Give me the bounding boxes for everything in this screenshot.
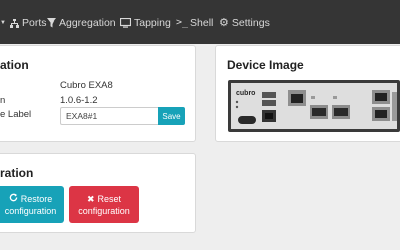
terminal-icon: >_ [176,17,189,28]
info-value-model: Cubro EXA8 [60,80,113,91]
info-value-version: 1.0.6-1.2 [60,95,98,106]
nav-item-tapping[interactable]: Tapping [120,15,171,31]
nav-label-shell: Shell [190,17,214,29]
network-icon [10,18,19,28]
nav-dropdown-caret[interactable]: ▼ [0,15,6,31]
nav-item-settings[interactable]: ⚙ Settings [219,15,270,31]
device-image-title: Device Image [227,58,304,72]
top-navbar: ▼ Ports ▼ Aggregation Tapping >_ Shell ⚙… [0,0,400,44]
info-label-device-label: e Label [0,109,32,120]
configuration-panel-title: ration [0,166,34,180]
nav-label-settings: Settings [231,17,270,29]
save-button[interactable]: Save [158,107,185,125]
usb-port [262,92,276,98]
nav-item-shell[interactable]: >_ Shell [176,15,213,31]
info-label-name: n [0,95,6,106]
information-panel-title: ation [0,58,29,72]
filter-icon [47,18,56,28]
reset-label-line2: configuration [78,205,130,216]
information-panel [0,45,196,142]
cubro-logo: cubro [236,90,255,97]
close-icon: ✖ [86,193,95,204]
nav-item-aggregation[interactable]: Aggregation [47,15,116,31]
device-label-input[interactable] [60,107,158,125]
reset-label: Reset [97,193,122,204]
nav-label-ports: Ports [22,17,47,29]
restore-label-line2: configuration [4,205,57,216]
usb-port [262,100,276,106]
refresh-icon [9,192,18,205]
gear-icon: ⚙ [219,17,229,29]
nav-label-aggregation: Aggregation [59,17,116,29]
device-front-panel-image: cubro [228,80,400,132]
nav-label-tapping: Tapping [134,17,171,29]
reset-pin-slot [238,116,256,124]
restore-configuration-button[interactable]: Restore configuration [0,186,64,223]
restore-label: Restore [20,193,53,204]
reset-configuration-button[interactable]: ✖ Reset configuration [69,186,139,223]
monitor-icon [120,18,131,28]
